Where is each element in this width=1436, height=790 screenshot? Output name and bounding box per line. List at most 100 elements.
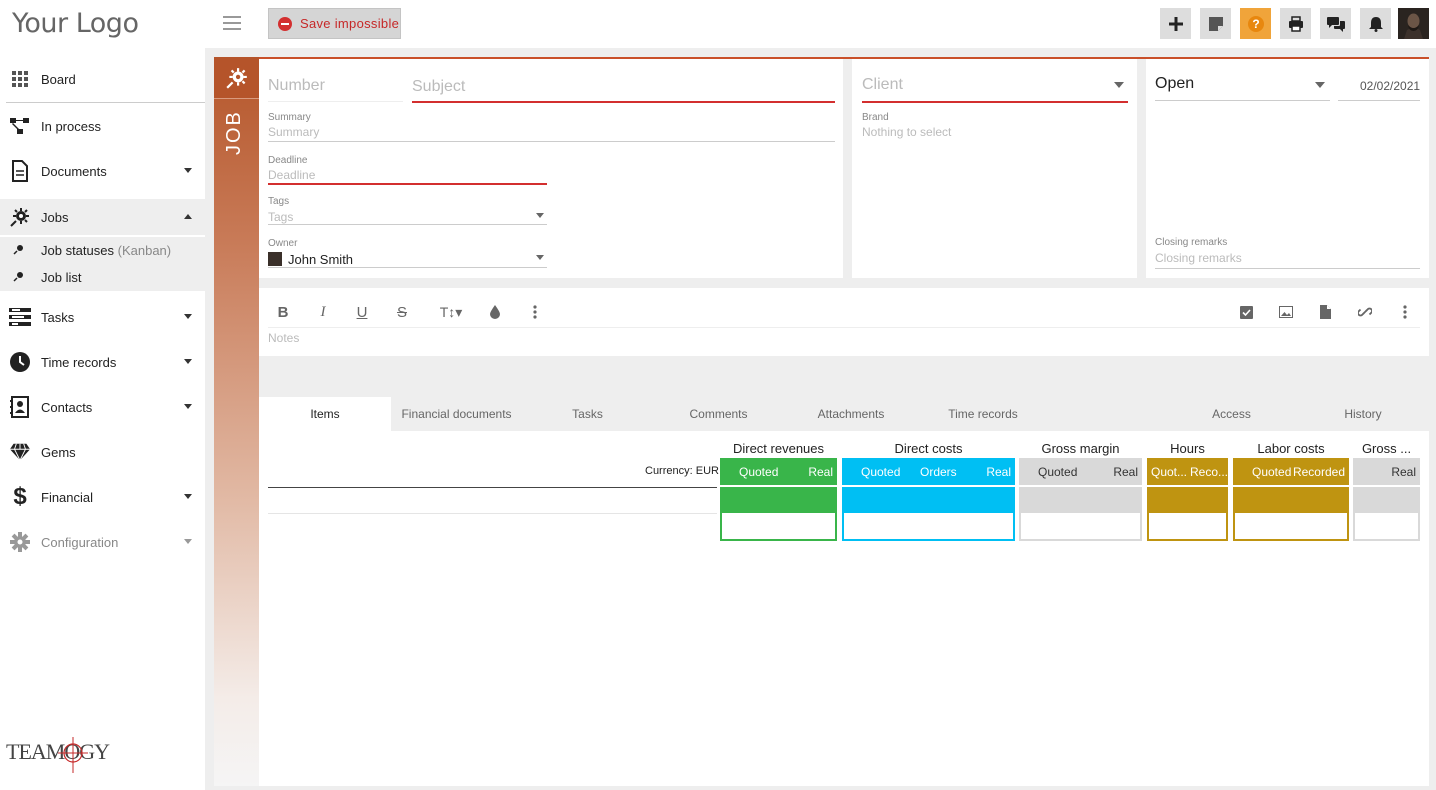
number-input[interactable]: Number: [268, 77, 325, 95]
notes-input[interactable]: Notes: [268, 331, 299, 345]
sidebar-item-jobs[interactable]: Jobs: [0, 199, 205, 235]
group-hours-title: Hours: [1170, 441, 1205, 456]
chevron-down-icon[interactable]: [1114, 82, 1124, 88]
subheader-real: Real: [1113, 464, 1138, 479]
tags-label: Tags: [268, 196, 290, 207]
chevron-down-icon[interactable]: [1315, 82, 1325, 88]
chevron-down-icon[interactable]: [536, 255, 544, 260]
labor-costs-total-cell: [1233, 487, 1349, 513]
sidebar-item-documents[interactable]: Documents: [0, 153, 205, 189]
print-button[interactable]: [1280, 8, 1311, 39]
sidebar-item-tasks[interactable]: Tasks: [0, 299, 205, 335]
sidebar-subitem-job-list[interactable]: Job list: [0, 264, 205, 291]
sidebar-item-in-process[interactable]: In process: [0, 108, 205, 144]
diamond-icon: [9, 441, 31, 463]
sidebar-item-label: Configuration: [41, 534, 119, 550]
job-strip-label: JOB: [223, 110, 245, 155]
user-avatar[interactable]: [1398, 8, 1429, 39]
direct-revenues-input-cell[interactable]: [720, 513, 837, 541]
sidebar-item-configuration[interactable]: Configuration: [0, 524, 205, 560]
subheader-quoted: Quoted: [739, 464, 779, 479]
client-input[interactable]: Client: [862, 76, 903, 94]
labor-costs-input-cell[interactable]: [1233, 513, 1349, 541]
strikethrough-icon[interactable]: S: [392, 303, 412, 321]
hours-input-cell[interactable]: [1147, 513, 1228, 541]
checkbox-icon[interactable]: [1236, 303, 1256, 321]
chevron-down-icon: [184, 494, 192, 499]
text-size-icon[interactable]: T↕▾: [436, 303, 466, 321]
underline-icon[interactable]: U: [352, 303, 372, 321]
subheader-real: Real: [808, 464, 833, 479]
subheader-real: Real: [1391, 464, 1416, 479]
tab-tasks[interactable]: Tasks: [522, 397, 653, 431]
summary-underline: [268, 141, 835, 142]
jobs-small-icon: [13, 243, 25, 258]
italic-icon[interactable]: I: [313, 303, 333, 321]
tab-access[interactable]: Access: [1166, 397, 1297, 431]
deadline-input[interactable]: Deadline: [268, 168, 315, 182]
subject-underline: [412, 101, 835, 103]
gross-margin-input-cell[interactable]: [1019, 513, 1142, 541]
date-input[interactable]: 02/02/2021: [1360, 79, 1420, 93]
closing-remarks-input[interactable]: Closing remarks: [1155, 251, 1242, 265]
hours-total-cell: [1147, 487, 1228, 513]
note-button[interactable]: [1200, 8, 1231, 39]
more-vert-icon[interactable]: [525, 303, 545, 321]
tab-time-records[interactable]: Time records: [918, 397, 1048, 431]
status-select[interactable]: Open: [1155, 75, 1194, 93]
sidebar-item-financial[interactable]: $ Financial: [0, 479, 205, 515]
tags-input[interactable]: Tags: [268, 210, 293, 224]
tab-attachments[interactable]: Attachments: [784, 397, 918, 431]
chevron-down-icon: [184, 314, 192, 319]
chat-button[interactable]: [1320, 8, 1351, 39]
currency-label: Currency: EUR: [645, 465, 719, 477]
brand-input[interactable]: Nothing to select: [862, 125, 951, 139]
client-underline: [862, 101, 1128, 103]
date-underline: [1338, 100, 1420, 101]
add-button[interactable]: [1160, 8, 1191, 39]
group-labor-costs-title: Labor costs: [1257, 441, 1325, 456]
sidebar-item-label: Board: [41, 71, 76, 87]
gear-icon: [9, 531, 31, 553]
sidebar-item-board[interactable]: Board: [0, 61, 205, 97]
sidebar-item-time-records[interactable]: Time records: [0, 344, 205, 380]
file-icon[interactable]: [1315, 303, 1335, 321]
sidebar-item-label: Gems: [41, 444, 76, 460]
grid-icon: [9, 68, 31, 90]
sidebar-item-gems[interactable]: Gems: [0, 434, 205, 470]
link-icon[interactable]: [1355, 303, 1375, 321]
sidebar-item-contacts[interactable]: Contacts: [0, 389, 205, 425]
teamogy-wordmark: TEAMOGY: [6, 739, 110, 764]
tab-comments[interactable]: Comments: [653, 397, 784, 431]
menu-icon[interactable]: [223, 16, 241, 34]
summary-input[interactable]: Summary: [268, 125, 319, 139]
color-drop-icon[interactable]: [485, 303, 505, 321]
job-strip: JOB: [214, 57, 259, 786]
subitem-label: Job statuses: [41, 243, 114, 258]
sidebar-subitem-job-statuses[interactable]: Job statuses (Kanban): [0, 237, 205, 264]
help-button[interactable]: ?: [1240, 8, 1271, 39]
direct-costs-input-cell[interactable]: [842, 513, 1015, 541]
owner-value[interactable]: John Smith: [288, 252, 353, 267]
sidebar-item-label: Contacts: [41, 399, 93, 415]
chevron-down-icon[interactable]: [536, 213, 544, 218]
owner-underline: [268, 267, 547, 268]
tab-financial-documents[interactable]: Financial documents: [391, 397, 522, 431]
gross-input-cell[interactable]: [1353, 513, 1420, 541]
image-icon[interactable]: [1276, 303, 1296, 321]
tab-history[interactable]: History: [1297, 397, 1429, 431]
jobs-icon: [9, 206, 31, 228]
group-gross-margin-title: Gross margin: [1041, 441, 1120, 456]
more-vert-icon[interactable]: [1395, 303, 1415, 321]
bold-icon[interactable]: B: [273, 303, 293, 321]
brand-logo: Your Logo: [12, 8, 139, 39]
clock-icon: [9, 351, 31, 373]
subject-input[interactable]: Subject: [412, 78, 465, 96]
editor-toolbar-divider: [268, 327, 1420, 328]
group-gross-title: Gross ...: [1361, 441, 1412, 456]
sidebar-item-label: Time records: [41, 354, 117, 370]
group-hours-subheader: Quot... Reco...: [1147, 458, 1228, 485]
tab-items[interactable]: Items: [259, 397, 391, 431]
notifications-button[interactable]: [1360, 8, 1391, 39]
save-button[interactable]: Save impossible: [268, 8, 401, 39]
